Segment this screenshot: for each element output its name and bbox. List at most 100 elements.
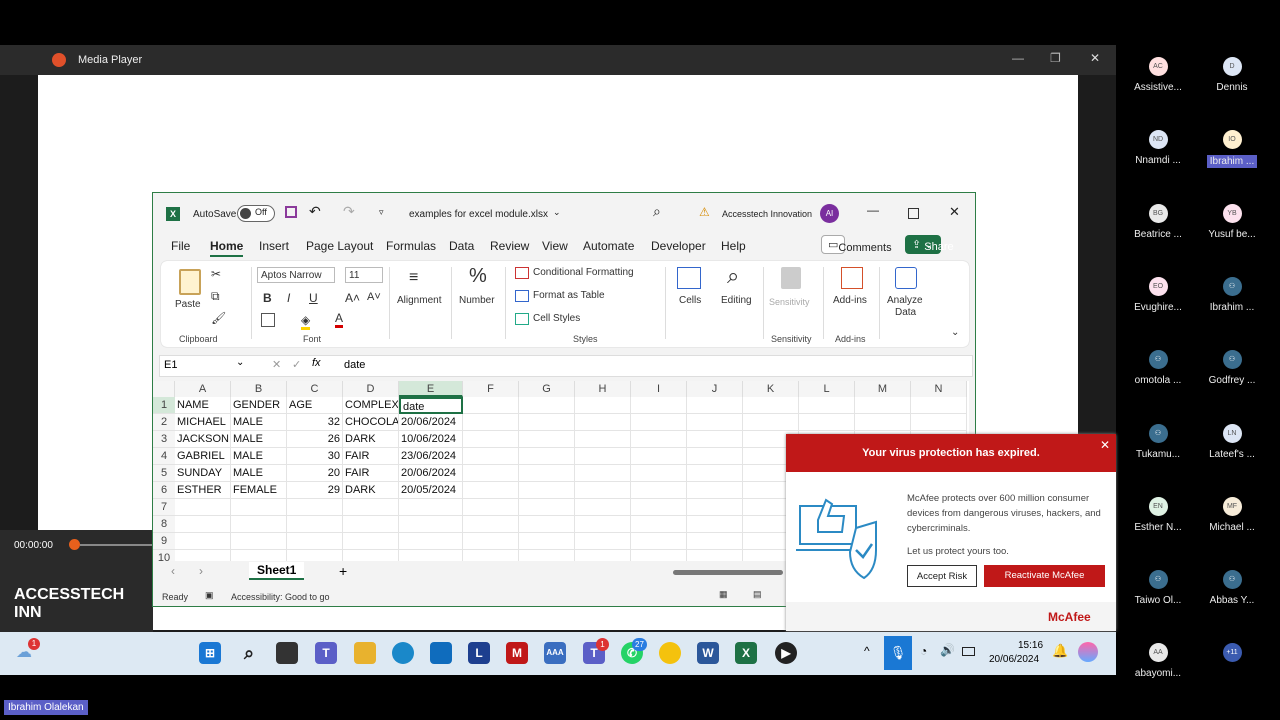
number-button[interactable]: Number	[459, 295, 495, 306]
column-header[interactable]: N	[911, 381, 967, 397]
table-cell[interactable]: 10/06/2024	[399, 431, 463, 448]
alignment-icon[interactable]: ≡	[409, 269, 418, 287]
table-cell[interactable]: MALE	[231, 414, 287, 431]
tab-view[interactable]: View	[542, 239, 568, 253]
table-cell[interactable]	[175, 533, 231, 550]
tab-help[interactable]: Help	[721, 239, 746, 253]
table-cell[interactable]	[575, 516, 631, 533]
table-cell[interactable]	[463, 499, 519, 516]
participant-tile[interactable]: AA abayomi...	[1118, 643, 1198, 679]
copy-icon[interactable]: ⧉	[211, 289, 220, 304]
participant-tile[interactable]: ⚇ omotola ...	[1118, 350, 1198, 386]
table-cell[interactable]	[399, 499, 463, 516]
table-cell[interactable]	[463, 533, 519, 550]
table-cell[interactable]	[519, 448, 575, 465]
editing-button[interactable]: Editing	[721, 295, 752, 306]
table-cell[interactable]	[287, 516, 343, 533]
table-cell[interactable]: GENDER	[231, 397, 287, 414]
column-header[interactable]: H	[575, 381, 631, 397]
table-cell[interactable]	[519, 499, 575, 516]
analyze-data-icon[interactable]	[895, 267, 917, 289]
maximize-icon[interactable]	[908, 208, 919, 219]
table-cell[interactable]	[575, 414, 631, 431]
autosave-toggle[interactable]: Off	[237, 205, 275, 222]
column-header[interactable]: F	[463, 381, 519, 397]
table-cell[interactable]	[519, 431, 575, 448]
table-cell[interactable]	[519, 516, 575, 533]
table-cell[interactable]	[575, 448, 631, 465]
table-cell[interactable]	[687, 533, 743, 550]
clock-time[interactable]: 15:16	[1018, 640, 1043, 651]
table-cell[interactable]: date	[399, 397, 463, 414]
paste-icon[interactable]	[179, 269, 201, 295]
cancel-icon[interactable]: ✕	[272, 358, 281, 371]
table-cell[interactable]: ESTHER	[175, 482, 231, 499]
volume-icon[interactable]: 🔊	[940, 643, 955, 657]
format-table-button[interactable]: Format as Table	[533, 290, 605, 301]
search-icon[interactable]: ⌕	[238, 642, 260, 664]
fill-color-icon[interactable]: ◈	[301, 313, 311, 330]
bold-button[interactable]: B	[263, 291, 272, 305]
table-cell[interactable]: FAIR	[343, 448, 399, 465]
table-cell[interactable]: FEMALE	[231, 482, 287, 499]
mcafee-icon[interactable]: M	[506, 642, 528, 664]
table-cell[interactable]	[687, 448, 743, 465]
table-cell[interactable]	[519, 465, 575, 482]
add-sheet-icon[interactable]: +	[339, 563, 347, 579]
table-cell[interactable]	[631, 414, 687, 431]
table-cell[interactable]	[687, 516, 743, 533]
table-cell[interactable]: MICHAEL	[175, 414, 231, 431]
column-header[interactable]: E	[399, 381, 463, 397]
conditional-formatting-icon[interactable]	[515, 267, 529, 279]
table-cell[interactable]: SUNDAY	[175, 465, 231, 482]
scrollbar[interactable]	[673, 570, 783, 575]
participant-tile[interactable]: ⚇ Abbas Y...	[1192, 570, 1272, 606]
row-header[interactable]: 8	[153, 516, 175, 533]
table-cell[interactable]	[343, 516, 399, 533]
column-header[interactable]: B	[231, 381, 287, 397]
prev-sheet-icon[interactable]: ‹	[171, 564, 175, 578]
table-cell[interactable]	[343, 533, 399, 550]
teams-icon[interactable]: T	[315, 642, 337, 664]
seek-handle[interactable]	[69, 539, 80, 550]
row-header[interactable]: 5	[153, 465, 175, 482]
participant-tile[interactable]: ND Nnamdi ...	[1118, 130, 1198, 166]
save-icon[interactable]	[285, 206, 297, 218]
row-header[interactable]: 7	[153, 499, 175, 516]
tab-formulas[interactable]: Formulas	[386, 239, 436, 253]
app-aaa-icon[interactable]: AAA	[544, 642, 566, 664]
taskview-icon[interactable]	[276, 642, 298, 664]
table-cell[interactable]: COMPLEXION	[343, 397, 399, 414]
close-icon[interactable]: ✕	[949, 204, 960, 220]
column-header[interactable]: D	[343, 381, 399, 397]
table-cell[interactable]: 23/06/2024	[399, 448, 463, 465]
paste-button[interactable]: Paste	[175, 299, 201, 310]
chevron-down-icon[interactable]: ⌄	[553, 207, 561, 218]
column-header[interactable]: L	[799, 381, 855, 397]
table-cell[interactable]: AGE	[287, 397, 343, 414]
word-icon[interactable]: W	[697, 642, 719, 664]
format-painter-icon[interactable]: 🖌	[211, 311, 226, 325]
microphone-icon[interactable]: 🎙	[884, 636, 912, 670]
filename[interactable]: examples for excel module.xlsx	[409, 209, 548, 220]
table-cell[interactable]	[575, 499, 631, 516]
table-cell[interactable]	[631, 516, 687, 533]
chevron-down-icon[interactable]: ⌄	[236, 357, 244, 368]
table-cell[interactable]: DARK	[343, 431, 399, 448]
table-cell[interactable]: 32	[287, 414, 343, 431]
store-icon[interactable]	[430, 642, 452, 664]
wifi-icon[interactable]: ◔	[920, 644, 927, 658]
participant-tile[interactable]: +11	[1192, 643, 1272, 668]
participant-tile[interactable]: ⚇ Godfrey ...	[1192, 350, 1272, 386]
clock-date[interactable]: 20/06/2024	[989, 654, 1039, 665]
participant-tile[interactable]: IO Ibrahim ...	[1192, 130, 1272, 169]
table-cell[interactable]	[575, 431, 631, 448]
table-cell[interactable]	[399, 516, 463, 533]
table-cell[interactable]: 20/06/2024	[399, 414, 463, 431]
analyze-data-label[interactable]: Analyze	[887, 295, 923, 306]
collapse-ribbon-icon[interactable]: ⌄	[951, 327, 959, 338]
table-cell[interactable]	[575, 482, 631, 499]
table-cell[interactable]	[463, 448, 519, 465]
edge-icon[interactable]	[392, 642, 414, 664]
table-cell[interactable]	[631, 431, 687, 448]
